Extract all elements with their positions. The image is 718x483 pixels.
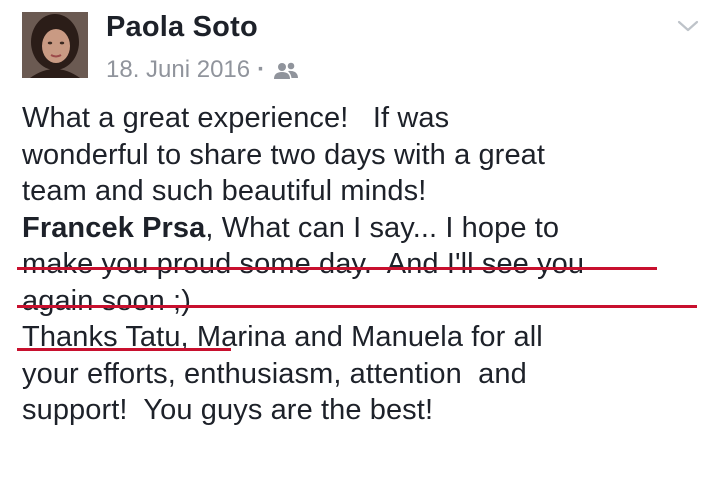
author-name[interactable]: Paola Soto <box>106 11 258 44</box>
avatar[interactable] <box>22 12 88 78</box>
post-line-mention: Francek Prsa, What can I say... I hope t… <box>22 210 712 247</box>
post-line: What a great experience! If was <box>22 102 450 134</box>
chevron-down-icon[interactable] <box>676 16 700 36</box>
post-line: again soon ;) <box>22 284 191 317</box>
mention-rest: , What can I say... I hope to <box>205 211 560 244</box>
post-line: team and such beautiful minds! <box>22 175 427 207</box>
friends-icon[interactable] <box>273 60 299 80</box>
post-date[interactable]: 18. Juni 2016 <box>106 56 250 84</box>
annotation-underline <box>17 348 231 351</box>
post-line: your efforts, enthusiasm, attention and <box>22 357 527 390</box>
meta-separator: · <box>257 56 266 83</box>
annotation-underline <box>17 267 657 270</box>
post-body: What a great experience! If was wonderfu… <box>22 100 712 429</box>
mention-link[interactable]: Francek Prsa <box>22 212 205 244</box>
post-line: support! You guys are the best! <box>22 394 434 426</box>
post-meta: 18. Juni 2016 · <box>106 56 299 84</box>
post-line: make you proud some day. And I'll see yo… <box>22 248 585 280</box>
post-line: wonderful to share two days with a great <box>22 138 546 171</box>
facebook-post: Paola Soto 18. Juni 2016 · What a great … <box>0 0 718 483</box>
annotation-underline <box>17 305 697 308</box>
